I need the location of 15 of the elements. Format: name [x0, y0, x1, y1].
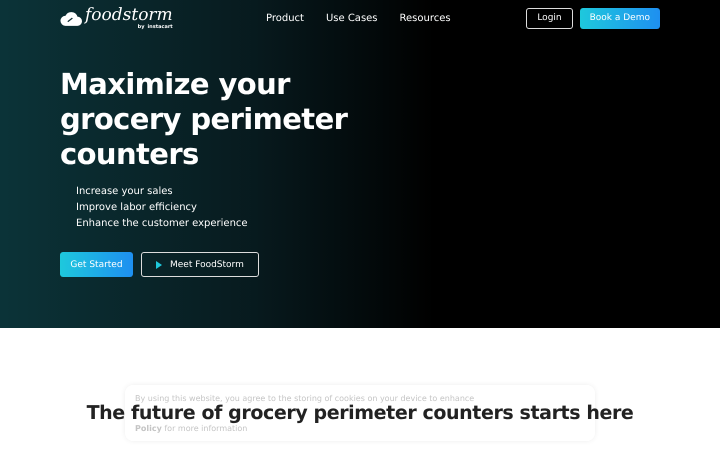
section-heading: The future of grocery perimeter counters starts here	[86, 404, 634, 423]
cookie-text: By using this website, you agree to the storing of cookies on your device to enhance	[135, 393, 476, 404]
nav-link[interactable]: Use Cases	[326, 12, 378, 24]
play-icon	[156, 260, 162, 268]
cookie-text: Policy for more information	[135, 424, 248, 434]
nav-link[interactable]: Resources	[400, 12, 451, 24]
meet-foodstorm-button[interactable]: Meet FoodStorm	[141, 252, 259, 277]
login-button[interactable]: Login	[526, 8, 573, 28]
nav-link[interactable]: Product	[266, 12, 304, 24]
logo-wordmark[interactable]: foodstorm	[85, 6, 173, 24]
feature-item: Improve labor efficiency	[76, 201, 198, 215]
feature-item: Enhance the customer experience	[76, 217, 249, 231]
cloud-icon	[60, 10, 82, 26]
hero-title: Maximize your grocery perimeter counters	[60, 67, 349, 172]
feature-item: Increase your sales	[76, 185, 174, 199]
